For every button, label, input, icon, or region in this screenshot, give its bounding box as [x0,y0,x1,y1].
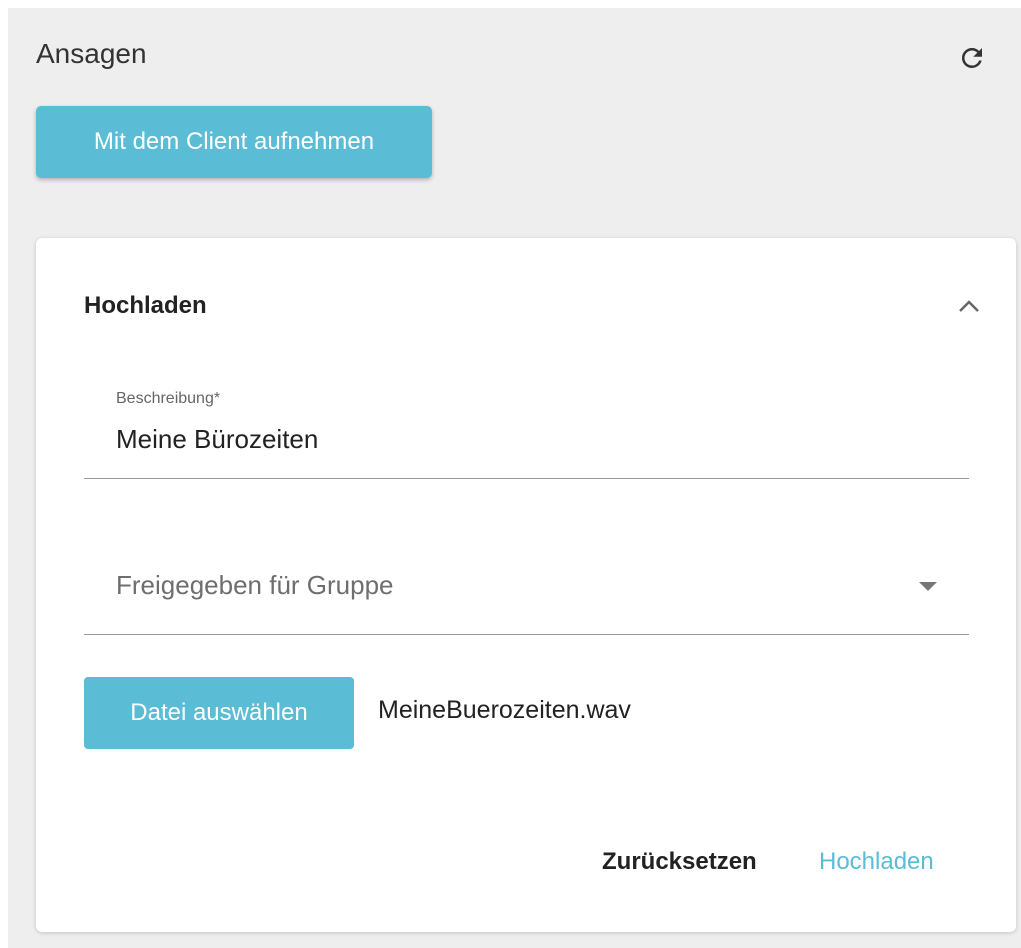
upload-card-header[interactable]: Hochladen [84,286,984,326]
refresh-button[interactable] [952,40,992,80]
group-select[interactable]: Freigegeben für Gruppe [84,548,969,635]
chevron-up-icon[interactable] [954,291,984,321]
page-title: Ansagen [36,38,147,69]
choose-file-button[interactable]: Datei auswählen [84,677,354,749]
description-field[interactable]: Beschreibung* Meine Bürozeiten [84,388,969,479]
selected-file-name: MeineBuerozeiten.wav [378,696,631,724]
upload-button[interactable]: Hochladen [819,848,934,876]
group-select-placeholder: Freigegeben für Gruppe [116,570,394,600]
upload-card-title: Hochladen [84,292,207,319]
record-with-client-button[interactable]: Mit dem Client aufnehmen [36,106,432,178]
reset-button[interactable]: Zurücksetzen [602,848,757,876]
description-input[interactable]: Meine Bürozeiten [116,424,318,455]
announcements-panel: Ansagen Mit dem Client aufnehmen Hochlad… [8,8,1021,948]
refresh-icon [957,43,987,78]
dropdown-arrow-icon [919,582,937,591]
description-label: Beschreibung* [116,390,221,407]
upload-card: Hochladen Beschreibung* Meine Bürozeiten… [36,238,1016,932]
